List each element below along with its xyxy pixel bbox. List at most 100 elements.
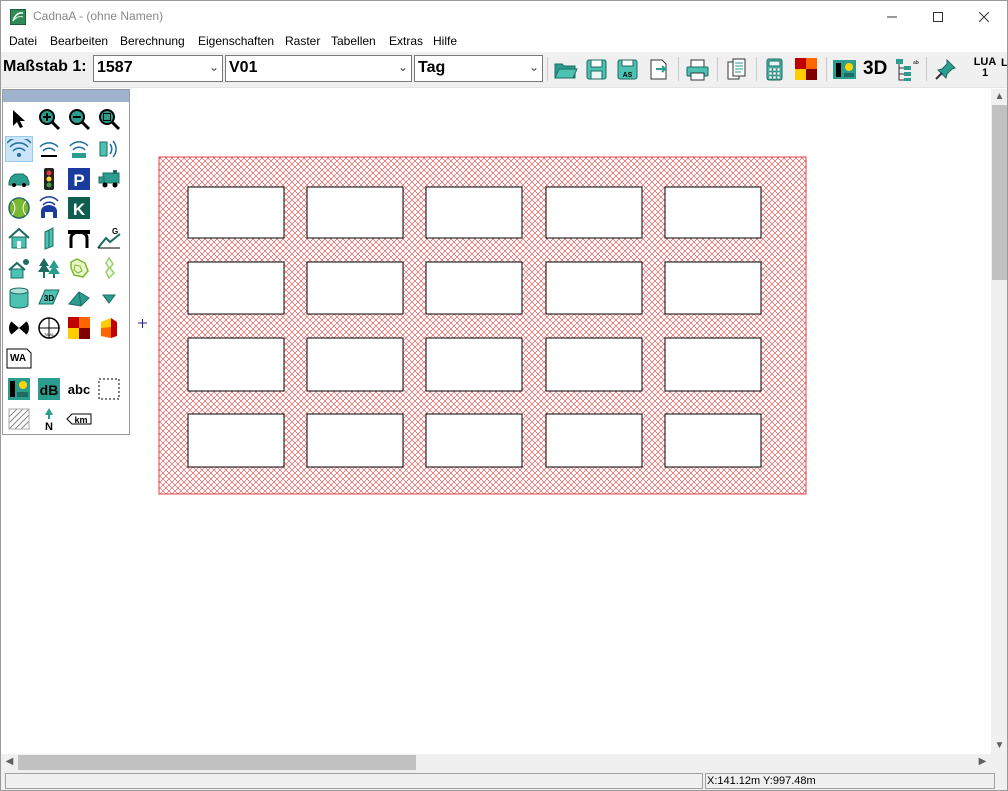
building[interactable] [306,413,404,468]
db-label-tool[interactable]: dB [35,376,63,402]
building[interactable] [545,186,643,239]
zoom-in-tool[interactable] [35,106,63,132]
building[interactable] [187,413,285,468]
grid-area-tool[interactable] [65,315,93,341]
lua-edge-label[interactable]: L [1001,57,1007,69]
building-evaluation-tool[interactable] [5,255,33,281]
traffic-light-tool[interactable] [35,166,63,192]
barrier-tool[interactable] [35,225,63,251]
building[interactable] [664,186,762,239]
scroll-left-arrow-icon[interactable]: ◀ [1,756,18,767]
building[interactable] [187,186,285,239]
height-point-tool[interactable] [95,285,123,311]
sports-facility-tool[interactable] [5,195,33,221]
scroll-right-arrow-icon[interactable]: ▶ [974,756,991,767]
drawing-canvas[interactable] [1,89,991,754]
building[interactable] [545,337,643,392]
menu-berechnung[interactable]: Berechnung [120,34,185,48]
parking-lot-tool[interactable]: P [65,166,93,192]
building[interactable] [545,413,643,468]
export-icon[interactable] [646,57,671,82]
scroll-up-arrow-icon[interactable]: ▲ [991,91,1007,102]
building[interactable] [664,337,762,392]
building[interactable] [545,261,643,315]
palette-caption[interactable] [3,90,129,102]
building[interactable] [306,186,404,239]
text-tool[interactable]: abc [65,376,93,402]
embankment-tool[interactable]: G [95,225,123,251]
land-use-tool[interactable]: WA [5,345,33,371]
svg-text:3D: 3D [44,294,54,303]
menu-raster[interactable]: Raster [285,34,320,48]
save-icon[interactable] [584,57,609,82]
building[interactable] [306,261,404,315]
road-tool[interactable] [5,166,33,192]
building[interactable] [425,337,523,392]
hatch-tool[interactable] [5,406,33,432]
ground-absorption-tool[interactable] [95,255,123,281]
grid-legend-tool[interactable] [5,376,33,402]
building[interactable] [306,337,404,392]
foliage-tool[interactable] [35,255,63,281]
menu-eigenschaften[interactable]: Eigenschaften [198,34,274,48]
building[interactable] [187,337,285,392]
railway-tool[interactable] [95,166,123,192]
variant-combobox[interactable]: V01 ⌄ [225,55,412,82]
maximize-button[interactable] [915,1,961,32]
zoom-out-tool[interactable] [65,106,93,132]
receiver-point-tool[interactable] [5,315,33,341]
facade-grid-tool[interactable] [95,315,123,341]
menu-tabellen[interactable]: Tabellen [331,34,376,48]
building[interactable] [664,413,762,468]
close-button[interactable] [961,1,1007,32]
horizontal-scroll-thumb[interactable] [18,755,416,770]
grid-map-icon[interactable] [794,57,819,82]
receiver-map-icon[interactable] [832,57,857,82]
copy-document-icon[interactable] [724,57,749,82]
menu-bearbeiten[interactable]: Bearbeiten [50,34,108,48]
tunnel-source-tool[interactable] [35,195,63,221]
menu-datei[interactable]: Datei [9,34,37,48]
cylinder-tool[interactable] [5,285,33,311]
terrain-tool[interactable] [65,285,93,311]
building-tool[interactable] [5,225,33,251]
print-icon[interactable] [685,57,710,82]
calculator-icon[interactable] [762,57,787,82]
open-folder-icon[interactable] [553,57,578,82]
building[interactable] [425,413,523,468]
minimize-button[interactable] [869,1,915,32]
3d-reflector-tool[interactable]: 3D [35,285,63,311]
map-drawing[interactable] [1,89,991,754]
section-tool[interactable] [95,376,123,402]
3d-view-button[interactable]: 3D [863,58,887,80]
line-source-tool[interactable] [35,136,63,162]
object-tree-icon[interactable]: abc [894,57,919,82]
lua-button[interactable]: LUA 1 [971,57,999,79]
area-of-interest-tool[interactable]: 78 81 [35,315,63,341]
zoom-window-tool[interactable] [95,106,123,132]
vertical-scrollbar[interactable]: ▲ ▼ [991,89,1007,754]
save-as-icon[interactable]: AS [615,57,640,82]
menu-hilfe[interactable]: Hilfe [433,34,457,48]
pin-icon[interactable] [933,57,958,82]
building[interactable] [425,186,523,239]
period-combobox[interactable]: Tag ⌄ [414,55,543,82]
pointer-tool[interactable] [5,106,33,132]
building[interactable] [187,261,285,315]
building[interactable] [664,261,762,315]
built-up-area-tool[interactable] [65,255,93,281]
vertical-scroll-thumb[interactable] [992,105,1007,280]
point-source-tool[interactable] [5,136,33,162]
north-arrow-tool[interactable]: N [35,406,63,432]
scale-combobox[interactable]: 1587 ⌄ [93,55,223,82]
parking-garage-tool[interactable]: K [65,195,93,221]
bridge-tool[interactable] [65,225,93,251]
scroll-down-arrow-icon[interactable]: ▼ [991,740,1007,751]
area-source-tool[interactable] [65,136,93,162]
horizontal-scrollbar[interactable]: ◀ ▶ [1,754,991,771]
menu-extras[interactable]: Extras [389,34,423,48]
scale-bar-tool[interactable]: km [65,406,93,432]
zoom-in-icon [39,109,61,131]
vertical-area-source-tool[interactable] [95,136,123,162]
building[interactable] [425,261,523,315]
